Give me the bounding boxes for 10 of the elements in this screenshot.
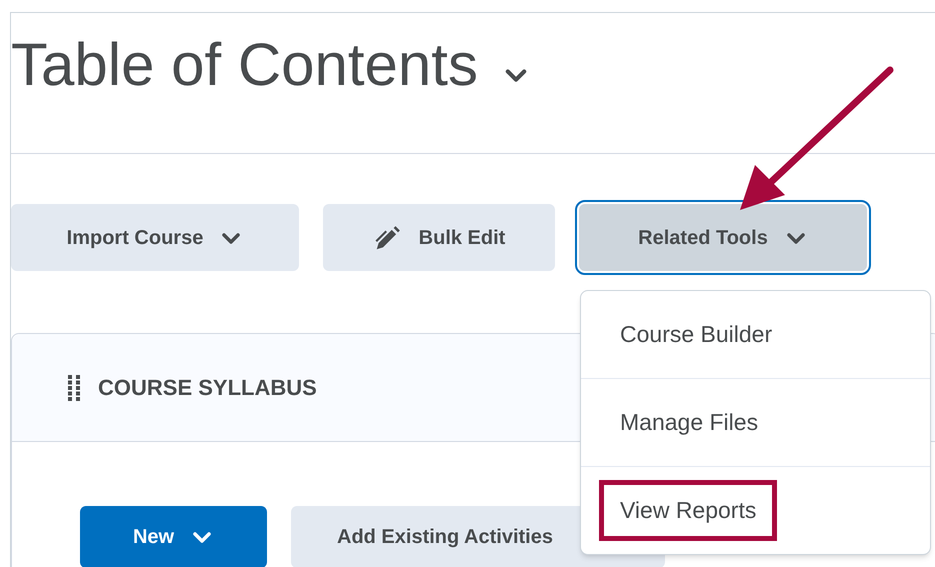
drag-handle-icon[interactable]	[68, 374, 82, 400]
module-title: COURSE SYLLABUS	[98, 374, 317, 402]
dropdown-button[interactable]: Import Course	[11, 204, 299, 271]
dropdown-button[interactable]: Related Tools	[579, 204, 867, 271]
page-title: Table of Contents	[11, 30, 478, 100]
menu-item[interactable]: Course Builder	[599, 304, 794, 365]
menu-item[interactable]: View Reports	[599, 480, 778, 541]
menu-item[interactable]: Manage Files	[599, 392, 780, 453]
new-button[interactable]: New	[80, 506, 267, 567]
bulk-edit-button[interactable]: Bulk Edit	[323, 204, 555, 271]
